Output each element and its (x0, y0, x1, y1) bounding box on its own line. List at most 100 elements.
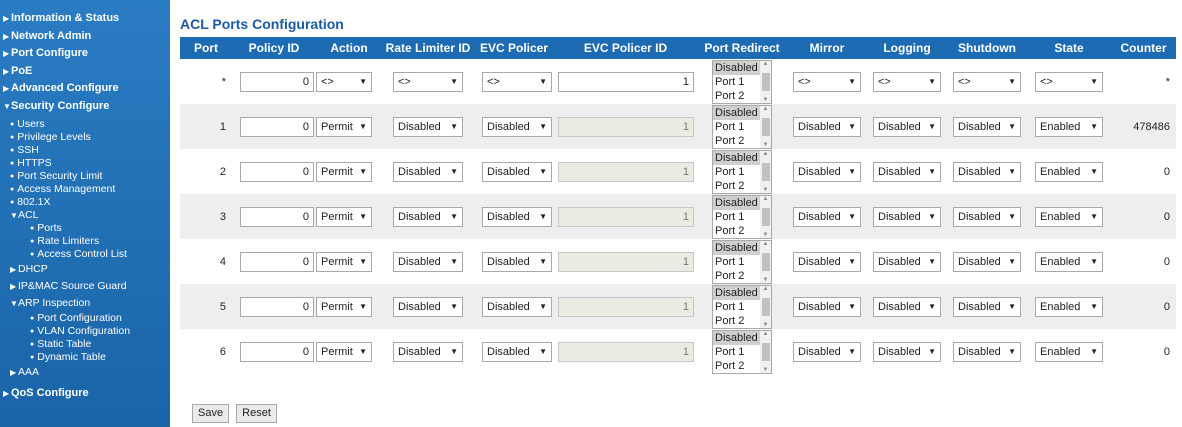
nav-arp-inspection[interactable]: ▼ARP Inspection (0, 295, 170, 312)
scroll-down-icon[interactable]: ▼ (763, 187, 769, 193)
mirror-select[interactable]: Disabled ▼ (793, 161, 861, 182)
redirect-option-disabled[interactable]: Disabled (713, 105, 760, 120)
policy-id-input[interactable]: 0 (240, 251, 314, 272)
listbox-scrollbar[interactable]: ▲ ▼ (760, 240, 771, 283)
nav-port-configure[interactable]: ▶ Port Configure (0, 45, 170, 63)
mirror-select[interactable]: Disabled ▼ (793, 206, 861, 227)
policy-id-input[interactable]: 0 (240, 206, 314, 227)
evc-policer-select[interactable]: Disabled ▼ (482, 251, 552, 272)
port-redirect-listbox[interactable]: Disabled Port 1 Port 2 ▲ ▼ (712, 59, 772, 104)
redirect-option-port-2[interactable]: Port 2 (713, 314, 760, 328)
redirect-option-port-1[interactable]: Port 1 (713, 210, 760, 224)
shutdown-select[interactable]: Disabled ▼ (953, 161, 1021, 182)
redirect-option-disabled[interactable]: Disabled (713, 195, 760, 210)
nav-network-admin[interactable]: ▶ Network Admin (0, 28, 170, 46)
rate-limiter-select[interactable]: Disabled ▼ (393, 341, 463, 362)
evc-policer-id-input[interactable]: 1 (558, 206, 694, 227)
shutdown-select[interactable]: <> ▼ (953, 71, 1021, 92)
redirect-option-port-1[interactable]: Port 1 (713, 255, 760, 269)
nav-access-management[interactable]: ● Access Management (0, 183, 170, 196)
nav-information-status[interactable]: ▶ Information & Status (0, 10, 170, 28)
action-select[interactable]: Permit ▼ (316, 296, 372, 317)
redirect-option-port-2[interactable]: Port 2 (713, 224, 760, 238)
redirect-option-port-1[interactable]: Port 1 (713, 300, 760, 314)
port-redirect-listbox[interactable]: Disabled Port 1 Port 2 ▲ ▼ (712, 239, 772, 284)
state-select[interactable]: Enabled ▼ (1035, 116, 1103, 137)
scroll-up-icon[interactable]: ▲ (763, 106, 769, 112)
scroll-down-icon[interactable]: ▼ (763, 322, 769, 328)
redirect-option-port-1[interactable]: Port 1 (713, 165, 760, 179)
nav-dhcp[interactable]: ▶ DHCP (0, 261, 170, 278)
scroll-thumb[interactable] (761, 297, 770, 316)
logging-select[interactable]: Disabled ▼ (873, 206, 941, 227)
evc-policer-id-input[interactable]: 1 (558, 341, 694, 362)
redirect-option-port-1[interactable]: Port 1 (713, 120, 760, 134)
rate-limiter-select[interactable]: <> ▼ (393, 71, 463, 92)
scroll-down-icon[interactable]: ▼ (763, 142, 769, 148)
scroll-up-icon[interactable]: ▲ (763, 241, 769, 247)
action-select[interactable]: <> ▼ (316, 71, 372, 92)
scroll-down-icon[interactable]: ▼ (763, 232, 769, 238)
scroll-thumb[interactable] (761, 207, 770, 226)
scroll-up-icon[interactable]: ▲ (763, 151, 769, 157)
redirect-option-port-2[interactable]: Port 2 (713, 179, 760, 193)
port-redirect-listbox[interactable]: Disabled Port 1 Port 2 ▲ ▼ (712, 149, 772, 194)
mirror-select[interactable]: Disabled ▼ (793, 341, 861, 362)
logging-select[interactable]: Disabled ▼ (873, 341, 941, 362)
scroll-thumb[interactable] (761, 162, 770, 181)
redirect-option-disabled[interactable]: Disabled (713, 150, 760, 165)
nav-security-configure[interactable]: ▼Security Configure (0, 98, 170, 116)
evc-policer-id-input[interactable]: 1 (558, 116, 694, 137)
rate-limiter-select[interactable]: Disabled ▼ (393, 206, 463, 227)
state-select[interactable]: Enabled ▼ (1035, 161, 1103, 182)
policy-id-input[interactable]: 0 (240, 341, 314, 362)
policy-id-input[interactable]: 0 (240, 71, 314, 92)
shutdown-select[interactable]: Disabled ▼ (953, 116, 1021, 137)
scroll-up-icon[interactable]: ▲ (763, 61, 769, 67)
nav-acl-rate-limiters[interactable]: ● Rate Limiters (0, 235, 170, 248)
scroll-down-icon[interactable]: ▼ (763, 97, 769, 103)
evc-policer-id-input[interactable]: 1 (558, 251, 694, 272)
nav-port-security-limit[interactable]: ● Port Security Limit (0, 170, 170, 183)
nav-acl-ports[interactable]: ● Ports (0, 222, 170, 235)
nav-arp-vlan-configuration[interactable]: ● VLAN Configuration (0, 325, 170, 338)
nav-arp-dynamic-table[interactable]: ● Dynamic Table (0, 351, 170, 364)
scroll-up-icon[interactable]: ▲ (763, 196, 769, 202)
state-select[interactable]: <> ▼ (1035, 71, 1103, 92)
scroll-up-icon[interactable]: ▲ (763, 331, 769, 337)
nav-ssh[interactable]: ● SSH (0, 144, 170, 157)
listbox-scrollbar[interactable]: ▲ ▼ (760, 60, 771, 103)
evc-policer-id-input[interactable]: 1 (558, 296, 694, 317)
logging-select[interactable]: Disabled ▼ (873, 161, 941, 182)
port-redirect-listbox[interactable]: Disabled Port 1 Port 2 ▲ ▼ (712, 284, 772, 329)
mirror-select[interactable]: Disabled ▼ (793, 296, 861, 317)
redirect-option-port-1[interactable]: Port 1 (713, 75, 760, 89)
scroll-thumb[interactable] (761, 252, 770, 271)
rate-limiter-select[interactable]: Disabled ▼ (393, 251, 463, 272)
port-redirect-listbox[interactable]: Disabled Port 1 Port 2 ▲ ▼ (712, 104, 772, 149)
evc-policer-select[interactable]: Disabled ▼ (482, 116, 552, 137)
evc-policer-select[interactable]: <> ▼ (482, 71, 552, 92)
state-select[interactable]: Enabled ▼ (1035, 296, 1103, 317)
evc-policer-id-input[interactable]: 1 (558, 71, 694, 92)
policy-id-input[interactable]: 0 (240, 296, 314, 317)
mirror-select[interactable]: <> ▼ (793, 71, 861, 92)
redirect-option-disabled[interactable]: Disabled (713, 285, 760, 300)
state-select[interactable]: Enabled ▼ (1035, 206, 1103, 227)
evc-policer-select[interactable]: Disabled ▼ (482, 296, 552, 317)
redirect-option-port-2[interactable]: Port 2 (713, 359, 760, 373)
action-select[interactable]: Permit ▼ (316, 206, 372, 227)
nav-poe[interactable]: ▶ PoE (0, 63, 170, 81)
nav-users[interactable]: ● Users (0, 118, 170, 131)
nav-ip-mac-source-guard[interactable]: ▶ IP&MAC Source Guard (0, 278, 170, 295)
redirect-option-port-2[interactable]: Port 2 (713, 89, 760, 103)
action-select[interactable]: Permit ▼ (316, 341, 372, 362)
evc-policer-select[interactable]: Disabled ▼ (482, 206, 552, 227)
nav-https[interactable]: ● HTTPS (0, 157, 170, 170)
shutdown-select[interactable]: Disabled ▼ (953, 341, 1021, 362)
scroll-thumb[interactable] (761, 342, 770, 361)
redirect-option-port-2[interactable]: Port 2 (713, 134, 760, 148)
mirror-select[interactable]: Disabled ▼ (793, 116, 861, 137)
port-redirect-listbox[interactable]: Disabled Port 1 Port 2 ▲ ▼ (712, 329, 772, 374)
policy-id-input[interactable]: 0 (240, 161, 314, 182)
